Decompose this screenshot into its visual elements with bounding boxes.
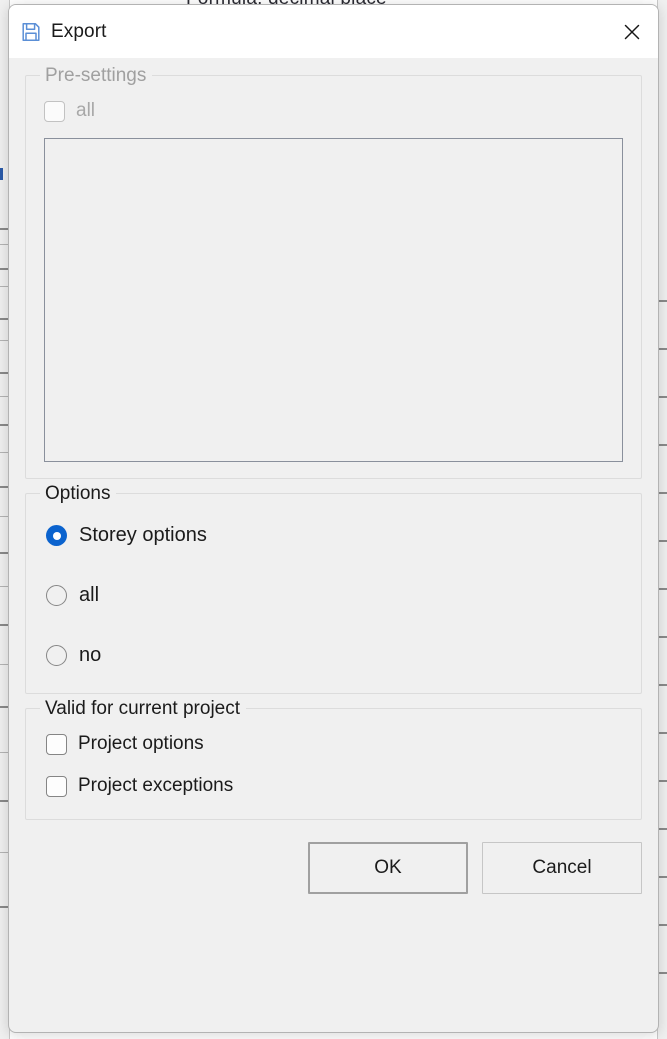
rail-tick [658,636,667,638]
dialog-title: Export [51,20,107,42]
rail-tick [658,492,667,494]
ok-button[interactable]: OK [308,842,468,894]
group-presettings-legend: Pre-settings [40,65,153,86]
radio-all[interactable]: all [46,584,621,607]
radio-storey-options-label: Storey options [79,524,207,546]
checkbox-project-exceptions[interactable]: Project exceptions [46,775,621,797]
rail-tick [658,972,667,974]
rail-tick [658,924,667,926]
rail-tick [658,348,667,350]
rail-tick [658,684,667,686]
rail-accent-marker [0,168,3,180]
dialog-titlebar: Export [9,5,658,58]
radio-all-label: all [79,584,100,606]
save-floppy-icon [19,20,43,44]
cancel-button[interactable]: Cancel [482,842,642,894]
rail-tick [658,300,667,302]
radio-no[interactable]: no [46,644,621,667]
checkbox-presettings-all[interactable]: all [44,100,623,122]
rail-tick [658,396,667,398]
radio-storey-options[interactable]: Storey options [46,524,621,547]
checkbox-project-exceptions-label: Project exceptions [78,775,234,796]
group-valid-legend: Valid for current project [40,698,247,719]
rail-tick [658,732,667,734]
rail-tick [658,876,667,878]
group-options: Options Storey options all no [25,483,642,694]
checkbox-box [46,733,67,755]
checkbox-presettings-all-label: all [76,100,96,121]
group-options-legend: Options [40,483,117,504]
rail-tick [658,444,667,446]
dialog-button-bar: OK Cancel [25,834,642,894]
radio-mark [46,585,67,606]
group-valid-for-current-project: Valid for current project Project option… [25,698,642,820]
rail-tick [658,780,667,782]
group-presettings: Pre-settings all [25,65,642,479]
checkbox-box [46,775,67,797]
group-presettings-content: all [26,76,641,478]
export-dialog: Export Pre-settings all Options Storey o… [8,4,659,1033]
group-valid-content: Project options Project exceptions [26,709,641,819]
presettings-listbox[interactable] [44,138,623,462]
radio-mark [46,645,67,666]
checkbox-project-options[interactable]: Project options [46,733,621,755]
rail-tick [658,588,667,590]
rail-tick [658,540,667,542]
group-options-content: Storey options all no [26,494,641,693]
close-icon[interactable] [606,5,658,58]
dialog-body: Pre-settings all Options Storey options [9,58,658,1032]
checkbox-project-options-label: Project options [78,733,204,754]
radio-no-label: no [79,644,102,666]
radio-mark [46,525,67,546]
rail-tick [658,828,667,830]
checkbox-box [44,100,65,122]
